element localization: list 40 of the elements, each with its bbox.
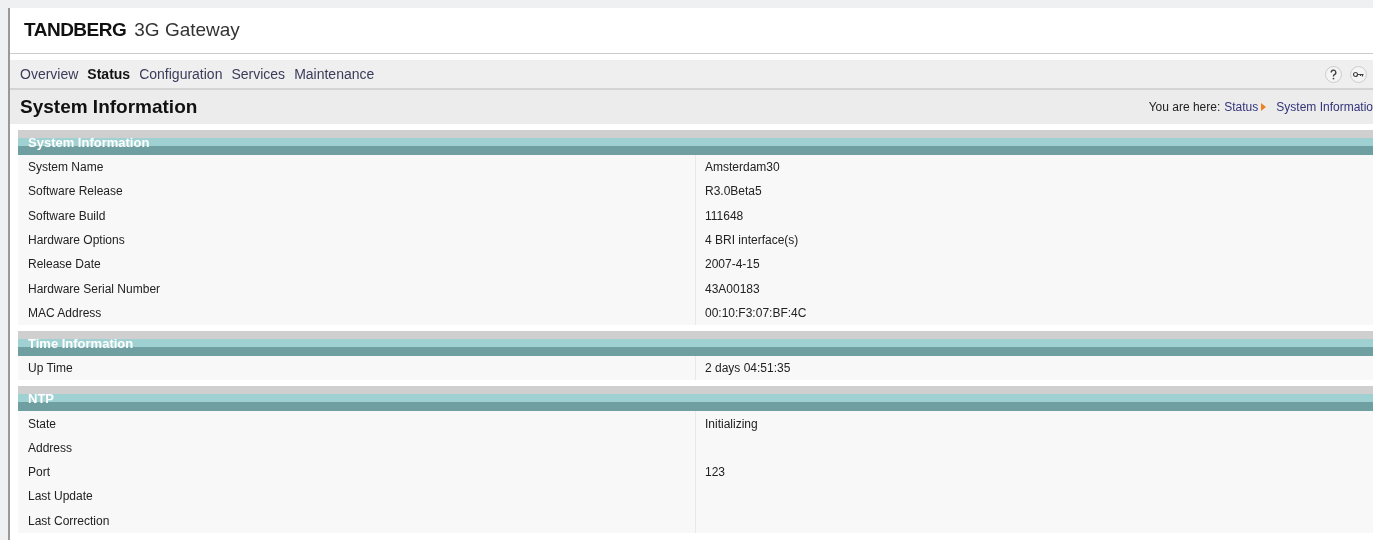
- field-label: Up Time: [27, 360, 74, 378]
- field-value: R3.0Beta5: [705, 183, 762, 201]
- breadcrumb-link[interactable]: System Informatio: [1276, 98, 1373, 116]
- field-label: MAC Address: [27, 304, 103, 322]
- field-label: Hardware Options: [27, 232, 126, 250]
- field-label: Last Update: [27, 488, 94, 506]
- field-label: Last Correction: [27, 512, 111, 530]
- breadcrumb-arrow-icon: [1261, 103, 1267, 111]
- field-value: 2 days 04:51:35: [705, 360, 791, 378]
- page-title: System Information: [20, 94, 198, 119]
- field-value: 4 BRI interface(s): [705, 232, 799, 250]
- field-label: Software Release: [27, 183, 124, 201]
- nav-tab[interactable]: Configuration: [139, 63, 223, 85]
- nav-tab[interactable]: Services: [231, 63, 286, 85]
- field-value: 00:10:F3:07:BF:4C: [705, 304, 807, 322]
- field-label: System Name: [27, 159, 105, 177]
- field-label: Port: [27, 464, 51, 482]
- breadcrumb-link[interactable]: Status: [1224, 98, 1259, 116]
- field-label: Software Build: [27, 207, 107, 225]
- nav-tab[interactable]: Status: [87, 63, 131, 85]
- key-icon[interactable]: [1350, 65, 1367, 83]
- field-value: 2007-4-15: [705, 256, 760, 274]
- nav-tab[interactable]: Overview: [20, 63, 79, 85]
- product-name: 3G Gateway: [134, 18, 240, 43]
- field-value: 111648: [705, 207, 744, 225]
- field-value: 123: [705, 464, 726, 482]
- field-label: Address: [27, 439, 74, 457]
- breadcrumb-label: You are here:: [1148, 99, 1221, 116]
- field-label: State: [27, 415, 58, 433]
- brand-logo: TANDBERG: [24, 18, 127, 43]
- field-label: Hardware Serial Number: [27, 280, 162, 298]
- section-header: Time Information: [18, 331, 1373, 357]
- help-icon[interactable]: [1325, 65, 1342, 83]
- section-header: System Information: [18, 130, 1373, 155]
- nav-tab[interactable]: Maintenance: [294, 63, 375, 85]
- field-label: Release Date: [27, 256, 102, 274]
- section-header: NTP: [18, 386, 1373, 412]
- field-value: Initializing: [705, 415, 758, 433]
- field-value: 43A00183: [705, 280, 760, 298]
- field-value: Amsterdam30: [705, 159, 780, 177]
